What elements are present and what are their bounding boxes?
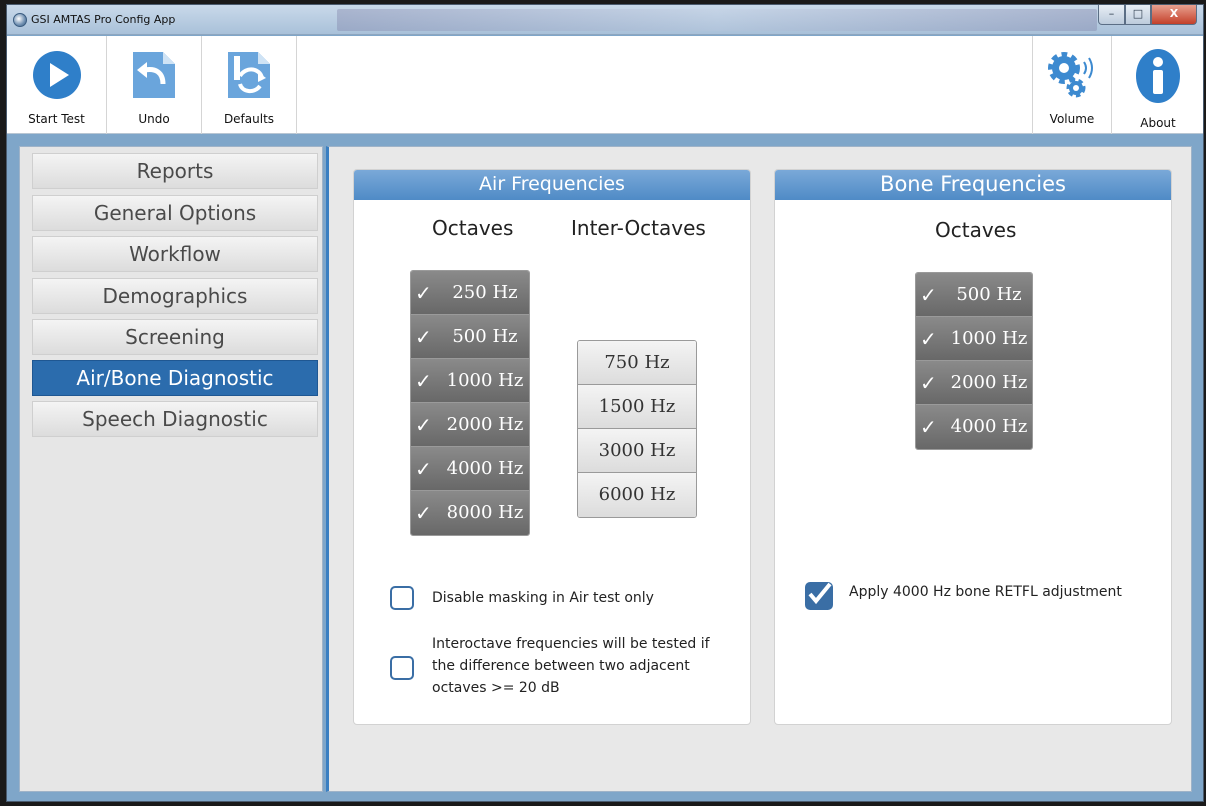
content-panel: Air Frequencies Octaves Inter-Octaves ✓ 2… <box>326 146 1192 792</box>
bone-frequencies-card: Bone Frequencies Octaves ✓ 500 Hz ✓ 1000 H… <box>774 169 1172 725</box>
air-freq-toggle[interactable]: ✓ 250 Hz <box>411 271 529 315</box>
air-freq-toggle[interactable]: ✓ 500 Hz <box>411 315 529 359</box>
check-icon: ✓ <box>920 327 937 351</box>
air-octaves-heading: Octaves <box>432 216 514 240</box>
close-button[interactable]: X <box>1151 5 1197 25</box>
interoctave-rule-line: octaves >= 20 dB <box>432 680 560 696</box>
bone-freq-toggle[interactable]: ✓ 500 Hz <box>916 273 1032 317</box>
checkmark-icon <box>808 582 832 605</box>
toolbar: Start Test Undo Defaults Volume About <box>7 36 1203 134</box>
air-frequencies-title: Air Frequencies <box>354 170 750 200</box>
app-window: GSI AMTAS Pro Config App – □ X Start Tes… <box>6 4 1204 802</box>
nav-item-speech-diagnostic[interactable]: Speech Diagnostic <box>32 401 318 437</box>
gear-volume-icon <box>1044 50 1100 104</box>
air-octave-group: ✓ 250 Hz ✓ 500 Hz ✓ 1000 Hz ✓ 2000 Hz ✓ 4000 … <box>410 270 530 536</box>
air-freq-toggle[interactable]: ✓ 2000 Hz <box>411 403 529 447</box>
about-button[interactable]: About <box>1112 36 1204 134</box>
check-icon: ✓ <box>415 281 432 305</box>
bone-freq-toggle[interactable]: ✓ 1000 Hz <box>916 317 1032 361</box>
app-icon <box>13 13 27 27</box>
nav-item-screening[interactable]: Screening <box>32 319 318 355</box>
inter-octave-group: 750 Hz 1500 Hz 3000 Hz 6000 Hz <box>577 340 697 518</box>
retfl-option[interactable]: Apply 4000 Hz bone RETFL adjustment <box>805 580 1155 614</box>
play-icon <box>32 50 82 104</box>
defaults-icon <box>224 50 274 104</box>
air-freq-toggle[interactable]: ✓ 1000 Hz <box>411 359 529 403</box>
check-icon: ✓ <box>920 283 937 307</box>
inter-freq-toggle[interactable]: 750 Hz <box>578 341 696 385</box>
check-icon: ✓ <box>920 415 937 439</box>
undo-label: Undo <box>138 112 170 126</box>
about-label: About <box>1140 116 1176 130</box>
inter-octaves-heading: Inter-Octaves <box>571 216 706 240</box>
disable-masking-checkbox[interactable] <box>390 586 414 610</box>
defaults-button[interactable]: Defaults <box>202 36 297 134</box>
bone-freq-toggle[interactable]: ✓ 2000 Hz <box>916 361 1032 405</box>
air-frequencies-card: Air Frequencies Octaves Inter-Octaves ✓ 2… <box>353 169 751 725</box>
settings-nav: Reports General Options Workflow Demogra… <box>19 146 323 792</box>
inter-freq-toggle[interactable]: 6000 Hz <box>578 473 696 517</box>
bone-frequencies-title: Bone Frequencies <box>775 170 1171 200</box>
bone-octaves-heading: Octaves <box>935 218 1017 242</box>
check-icon: ✓ <box>415 501 432 525</box>
check-icon: ✓ <box>415 457 432 481</box>
bone-freq-toggle[interactable]: ✓ 4000 Hz <box>916 405 1032 449</box>
check-icon: ✓ <box>415 413 432 437</box>
disable-masking-option[interactable]: Disable masking in Air test only <box>390 584 730 614</box>
window-title: GSI AMTAS Pro Config App <box>31 13 176 26</box>
volume-label: Volume <box>1049 112 1095 126</box>
volume-button[interactable]: Volume <box>1032 36 1112 134</box>
defaults-label: Defaults <box>223 112 275 126</box>
undo-icon <box>129 50 179 104</box>
minimize-button[interactable]: – <box>1098 5 1125 25</box>
interoctave-rule-line: the difference between two adjacent <box>432 658 690 674</box>
interoctave-rule-option[interactable]: Interoctave frequencies will be tested i… <box>390 634 740 704</box>
retfl-checkbox[interactable] <box>805 582 833 610</box>
air-freq-toggle[interactable]: ✓ 8000 Hz <box>411 491 529 535</box>
air-freq-toggle[interactable]: ✓ 4000 Hz <box>411 447 529 491</box>
check-icon: ✓ <box>415 369 432 393</box>
start-test-label: Start Test <box>28 112 85 126</box>
nav-item-general-options[interactable]: General Options <box>32 195 318 231</box>
retfl-label: Apply 4000 Hz bone RETFL adjustment <box>849 584 1122 600</box>
disable-masking-label: Disable masking in Air test only <box>432 590 654 606</box>
title-bar: GSI AMTAS Pro Config App – □ X <box>7 5 1203 35</box>
check-icon: ✓ <box>415 325 432 349</box>
inter-freq-toggle[interactable]: 3000 Hz <box>578 429 696 473</box>
nav-item-reports[interactable]: Reports <box>32 153 318 189</box>
check-icon: ✓ <box>920 371 937 395</box>
undo-button[interactable]: Undo <box>107 36 202 134</box>
nav-item-air-bone-diagnostic[interactable]: Air/Bone Diagnostic <box>32 360 318 396</box>
interoctave-rule-line: Interoctave frequencies will be tested i… <box>432 636 710 652</box>
interoctave-rule-checkbox[interactable] <box>390 656 414 680</box>
maximize-button[interactable]: □ <box>1125 5 1151 25</box>
bone-octave-group: ✓ 500 Hz ✓ 1000 Hz ✓ 2000 Hz ✓ 4000 Hz <box>915 272 1033 450</box>
background-ghost <box>337 9 1097 31</box>
info-icon <box>1133 48 1183 108</box>
nav-item-workflow[interactable]: Workflow <box>32 236 318 272</box>
nav-item-demographics[interactable]: Demographics <box>32 278 318 314</box>
start-test-button[interactable]: Start Test <box>7 36 107 134</box>
inter-freq-toggle[interactable]: 1500 Hz <box>578 385 696 429</box>
